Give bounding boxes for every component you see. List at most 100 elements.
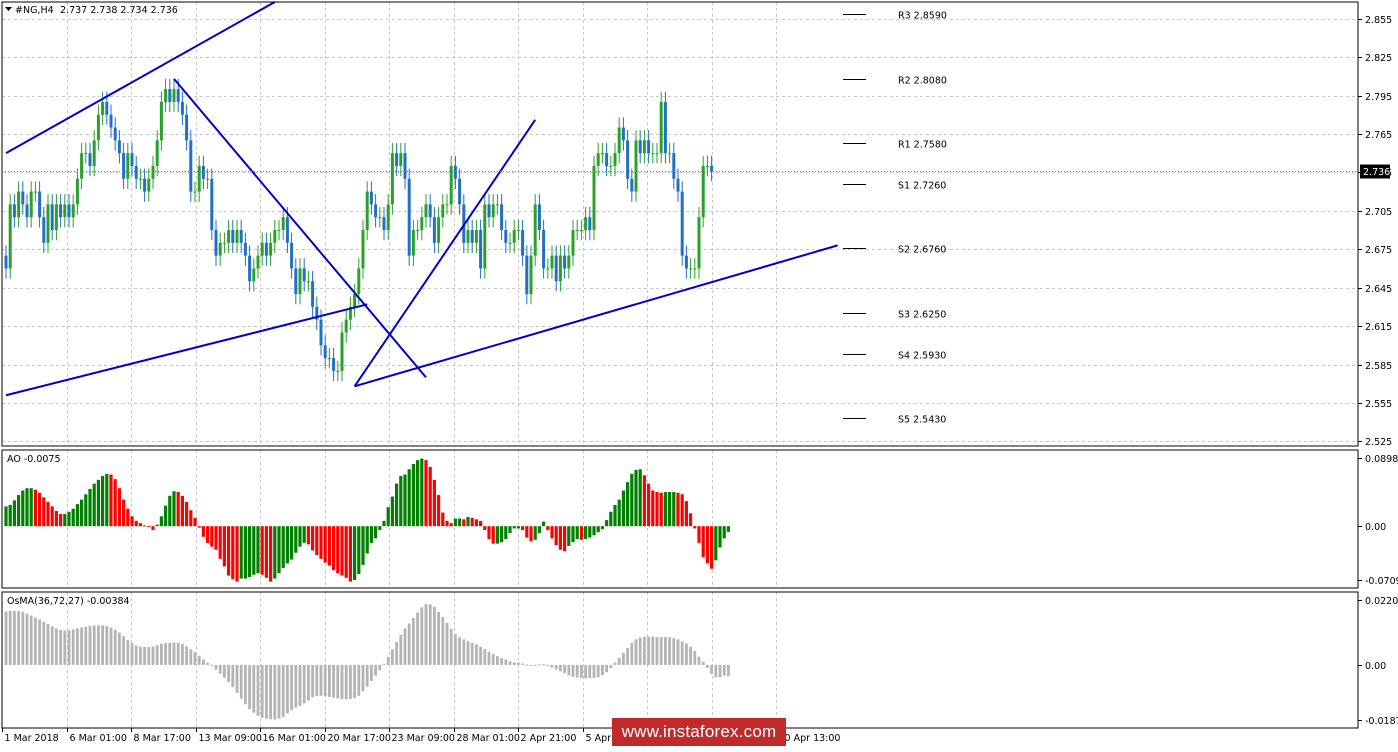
candle-body <box>231 230 235 243</box>
osma-bar <box>71 629 75 665</box>
candle-body <box>277 230 281 232</box>
ao-bar <box>21 490 25 527</box>
candle-body <box>227 230 231 243</box>
last-price-tag: 2.736 <box>1360 164 1390 179</box>
pivot-level-label: S1 2.7260 <box>898 181 946 192</box>
ao-bar <box>508 526 512 534</box>
osma-bar <box>651 636 655 665</box>
candle-body <box>676 178 680 192</box>
osma-bar <box>441 616 445 665</box>
ao-bar <box>50 506 54 527</box>
ao-bar <box>554 526 558 546</box>
chart-root: 2.8552.8252.7952.7652.7352.7052.6752.645… <box>0 0 1398 749</box>
candle-body <box>260 242 264 256</box>
candle-body <box>592 165 596 231</box>
ao-bar <box>147 526 151 528</box>
symbol-label: #NG,H4 <box>15 5 54 16</box>
candle-body <box>269 242 273 256</box>
candle-body <box>109 114 113 128</box>
candle-body <box>567 255 571 269</box>
osma-bar <box>601 664 604 676</box>
pivot-level-label: R2 2.8080 <box>898 76 947 87</box>
candle-body <box>659 101 663 154</box>
osma-bar <box>277 664 281 719</box>
ao-bar <box>546 526 550 530</box>
ao-bar <box>357 526 361 575</box>
osma-bar <box>88 626 92 665</box>
candle-body <box>605 153 609 166</box>
candle-body <box>239 230 243 243</box>
osma-bar <box>155 645 159 665</box>
osma-bar <box>25 613 29 665</box>
candle-body <box>306 281 310 283</box>
osma-bar <box>109 627 113 665</box>
osma-bar <box>210 664 214 667</box>
indicator-tick-label: -0.01874 <box>1365 716 1398 727</box>
osma-bar <box>151 646 155 665</box>
ao-bar <box>550 526 554 539</box>
ao-bar <box>575 526 579 540</box>
ao-bar <box>458 518 462 527</box>
ao-bar <box>512 526 516 529</box>
ao-bar <box>386 507 390 527</box>
osma-bar <box>592 664 596 678</box>
price-tick-label: 2.585 <box>1365 361 1392 372</box>
osma-bar <box>265 664 268 719</box>
ao-bar <box>483 526 487 530</box>
ao-bar <box>638 469 642 527</box>
candle-body <box>147 178 151 192</box>
osma-bar <box>29 615 33 665</box>
ao-bar <box>596 526 600 533</box>
candle-body <box>4 255 8 269</box>
candle-body <box>575 230 579 232</box>
indicator-tick-label: 0.0898 <box>1365 454 1398 465</box>
osma-bar <box>689 646 692 665</box>
ao-bar <box>348 526 352 582</box>
ao-bar <box>344 526 348 578</box>
osma-bar <box>596 664 600 677</box>
ao-bar <box>680 494 684 527</box>
candle-body <box>130 153 134 166</box>
ao-bar <box>256 526 260 574</box>
candle-body <box>710 165 714 172</box>
ao-bar <box>634 469 638 527</box>
candle-body <box>143 178 147 192</box>
osma-bar <box>701 661 705 665</box>
osma-bar <box>97 625 100 665</box>
candle-body <box>399 153 403 166</box>
osma-bar <box>67 630 71 665</box>
osma-bar <box>134 645 138 665</box>
candle-body <box>159 101 163 141</box>
ao-bar <box>407 469 411 527</box>
osma-bar <box>609 664 613 669</box>
ao-bar <box>365 526 369 554</box>
candle-body <box>84 153 88 155</box>
ao-bar <box>248 526 252 578</box>
candle-body <box>424 204 428 218</box>
candle-body <box>285 217 289 243</box>
price-tick-label: 2.615 <box>1365 322 1392 333</box>
candle-body <box>134 165 138 179</box>
ao-bar <box>655 492 659 527</box>
ao-bar <box>672 492 676 527</box>
osma-bar <box>454 634 457 665</box>
candle-body <box>571 230 575 256</box>
pivot-level-label: R1 2.7580 <box>898 140 947 151</box>
price-tick-label: 2.645 <box>1365 284 1392 295</box>
candle-body <box>437 217 441 243</box>
osma-bar <box>101 625 104 665</box>
ao-bar <box>323 526 327 563</box>
watermark-logo: www.instaforex.com <box>612 718 786 746</box>
ao-bar <box>390 496 394 527</box>
osma-bar <box>622 652 625 665</box>
osma-bar <box>336 664 340 699</box>
osma-bar <box>181 644 184 665</box>
time-tick-label: 8 Mar 17:00 <box>134 733 191 744</box>
osma-bar <box>50 626 54 665</box>
ao-bar <box>642 475 646 527</box>
ao-bar <box>542 521 546 527</box>
osma-bar <box>307 664 310 701</box>
ao-bar <box>336 526 340 574</box>
ao-bar <box>143 525 147 527</box>
osma-bar <box>500 658 503 665</box>
